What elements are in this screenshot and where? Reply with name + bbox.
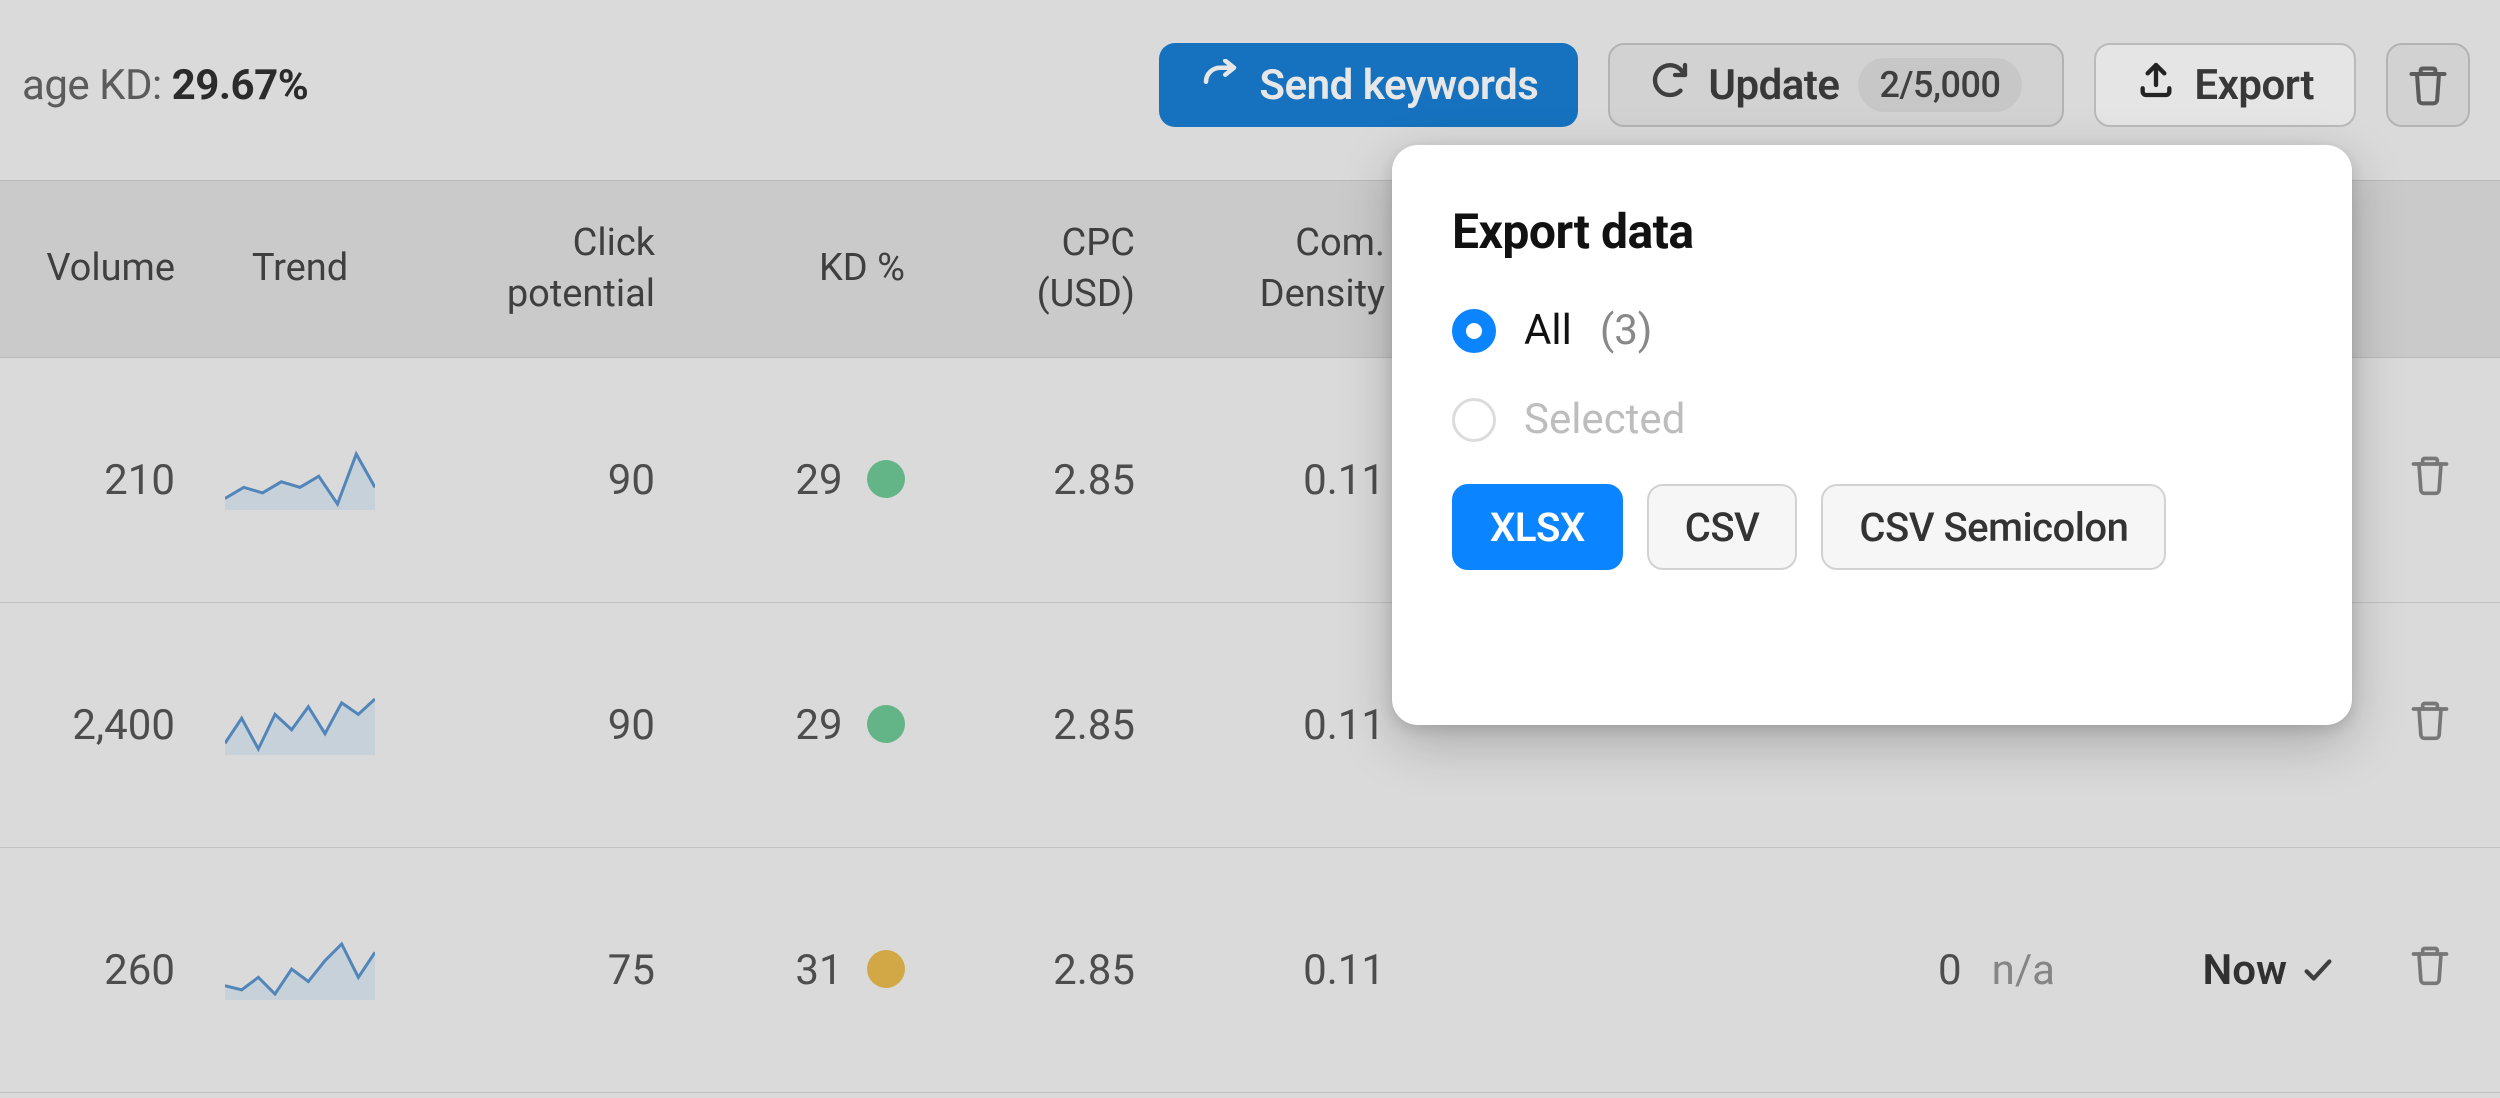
cell-click-potential: 90 <box>400 701 680 750</box>
cell-cpc: 2.85 <box>930 946 1160 995</box>
cell-volume: 2,400 <box>0 701 200 750</box>
export-selected-label: Selected <box>1524 395 1685 444</box>
export-option-selected[interactable]: Selected <box>1452 395 2292 444</box>
export-format-row: XLSX CSV CSV Semicolon <box>1452 484 2292 570</box>
kd-difficulty-dot <box>867 705 905 743</box>
col-com-density[interactable]: Com. Density <box>1160 218 1410 321</box>
cell-click-potential: 90 <box>400 456 680 505</box>
update-label: Update <box>1708 61 1839 110</box>
radio-icon <box>1452 398 1496 442</box>
export-all-count: (3) <box>1600 306 1653 355</box>
cell-volume: 260 <box>0 946 200 995</box>
cell-cpc: 2.85 <box>930 456 1160 505</box>
toolbar: age KD: 29.67% Send keywords Update 2/5,… <box>0 40 2500 130</box>
col-trend[interactable]: Trend <box>200 243 400 294</box>
export-all-label: All <box>1524 306 1572 355</box>
update-button[interactable]: Update 2/5,000 <box>1608 43 2064 127</box>
export-icon <box>2136 60 2176 111</box>
kd-difficulty-dot <box>867 950 905 988</box>
update-count-pill: 2/5,000 <box>1858 58 2023 112</box>
send-keywords-button[interactable]: Send keywords <box>1159 43 1578 127</box>
cell-kd: 31 <box>680 946 930 995</box>
cell-misc: 0n/a <box>1860 946 2080 995</box>
trash-icon <box>2406 63 2450 107</box>
format-csv-semicolon-button[interactable]: CSV Semicolon <box>1821 484 2166 570</box>
cell-trend <box>200 930 400 1011</box>
avg-kd-value: 29.67% <box>172 61 309 110</box>
kd-difficulty-dot <box>867 460 905 498</box>
row-delete-button[interactable] <box>2360 698 2500 753</box>
sparkline-icon <box>225 440 375 510</box>
export-popover: Export data All (3) Selected XLSX CSV CS… <box>1392 145 2352 725</box>
cell-kd: 29 <box>680 701 930 750</box>
col-cpc-usd[interactable]: CPC (USD) <box>930 218 1160 321</box>
export-label: Export <box>2194 61 2314 110</box>
cell-now: Now <box>2080 946 2360 995</box>
cell-cpc: 2.85 <box>930 701 1160 750</box>
format-csv-button[interactable]: CSV <box>1647 484 1798 570</box>
cell-com-density: 0.11 <box>1160 946 1410 995</box>
row-delete-button[interactable] <box>2360 453 2500 508</box>
cell-trend <box>200 440 400 521</box>
cell-kd: 29 <box>680 456 930 505</box>
delete-all-button[interactable] <box>2386 43 2470 127</box>
cell-click-potential: 75 <box>400 946 680 995</box>
cell-com-density: 0.11 <box>1160 701 1410 750</box>
sparkline-icon <box>225 685 375 755</box>
trash-icon <box>2408 698 2452 742</box>
arrow-redo-icon <box>1199 59 1241 112</box>
cell-com-density: 0.11 <box>1160 456 1410 505</box>
cell-trend <box>200 685 400 766</box>
send-keywords-label: Send keywords <box>1259 61 1538 110</box>
refresh-icon <box>1650 60 1690 111</box>
export-title: Export data <box>1452 203 2292 260</box>
export-button[interactable]: Export <box>2094 43 2356 127</box>
col-kd-percent[interactable]: KD % <box>680 243 930 294</box>
format-xlsx-button[interactable]: XLSX <box>1452 484 1623 570</box>
col-click-potential[interactable]: Click potential <box>400 218 680 321</box>
radio-icon <box>1452 309 1496 353</box>
export-option-all[interactable]: All (3) <box>1452 306 2292 355</box>
cell-volume: 210 <box>0 456 200 505</box>
avg-kd-text: age KD: <box>22 61 172 110</box>
trash-icon <box>2408 943 2452 987</box>
col-volume[interactable]: Volume <box>0 243 200 294</box>
sparkline-icon <box>225 930 375 1000</box>
average-kd-label: age KD: 29.67% <box>22 61 308 110</box>
check-icon <box>2301 953 2335 987</box>
table-row: 260 7531 2.850.11 0n/aNow <box>0 848 2500 1093</box>
row-delete-button[interactable] <box>2360 943 2500 998</box>
trash-icon <box>2408 453 2452 497</box>
